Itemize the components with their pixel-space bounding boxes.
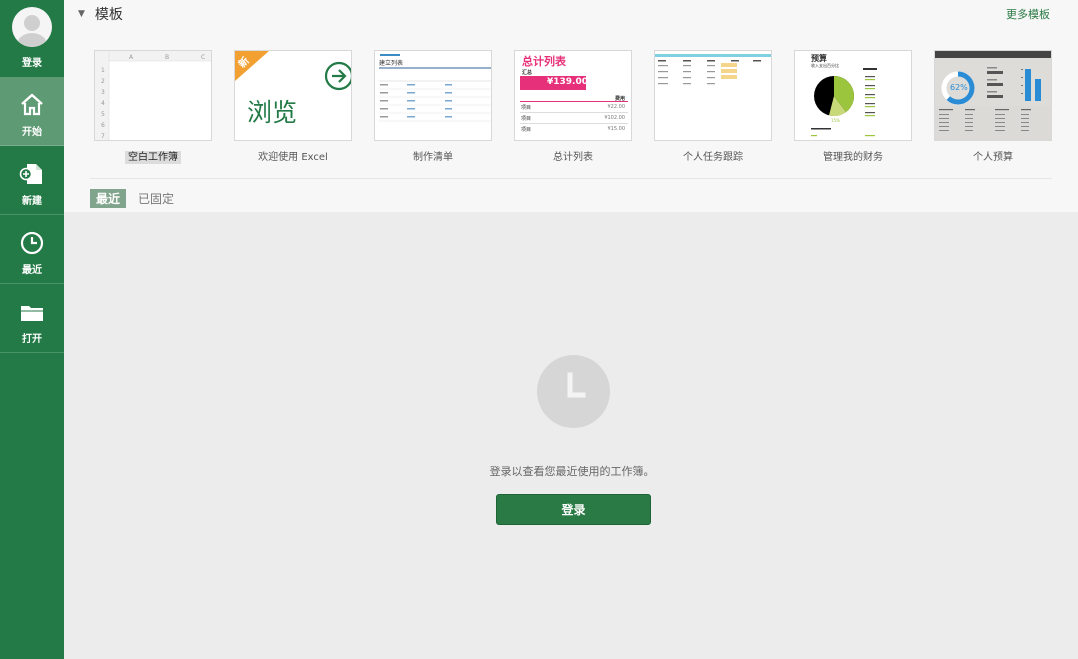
total-row-value: ¥15.00: [607, 126, 626, 132]
template-thumbnail: 建立列表: [374, 50, 492, 141]
template-blank-workbook[interactable]: A B C 1 2 3 4 5 6 7 空白工作簿: [94, 50, 212, 164]
template-manage-finances[interactable]: 预算 收入支出百分比 15% 管理我的财务: [794, 50, 912, 163]
list-heading: 建立列表: [379, 60, 404, 67]
template-task-tracker[interactable]: 个人任务跟踪: [654, 50, 772, 163]
template-thumbnail: 预算 收入支出百分比 15%: [794, 50, 912, 141]
svg-text:7: 7: [101, 133, 105, 140]
total-sub: 汇总: [522, 70, 533, 76]
home-icon: [21, 93, 43, 116]
svg-text:4: 4: [101, 100, 105, 107]
svg-text:5: 5: [101, 111, 105, 118]
template-thumbnail: 新 浏览: [234, 50, 352, 141]
template-thumbnail: A B C 1 2 3 4 5 6 7: [94, 50, 212, 141]
svg-text:B: B: [165, 54, 169, 61]
template-make-list[interactable]: 建立列表 制作清单: [374, 50, 492, 163]
more-templates-link[interactable]: 更多模板: [1006, 6, 1050, 22]
total-divider: [520, 101, 628, 102]
sidebar-item-label: 打开: [22, 334, 42, 345]
sidebar-item-open[interactable]: 打开: [0, 284, 64, 353]
tab-recent[interactable]: 最近: [90, 189, 127, 208]
sidebar-item-recent[interactable]: 最近: [0, 215, 64, 284]
template-caption: 总计列表: [553, 152, 593, 163]
total-row-value: ¥22.00: [607, 104, 626, 110]
finance-pct: 15%: [831, 118, 840, 123]
templates-panel: ▼ 模板 更多模板 A B C 1 2 3 4 5 6 7 空白工作簿 新 浏览…: [64, 0, 1078, 212]
divider: [90, 178, 1052, 179]
templates-title: 模板: [94, 7, 123, 23]
template-caption: 个人任务跟踪: [683, 152, 743, 163]
svg-text:3: 3: [101, 89, 105, 96]
total-col-label: 费用: [614, 96, 625, 102]
svg-text:1: 1: [101, 67, 105, 74]
row-line: [520, 123, 628, 124]
svg-text:C: C: [201, 54, 205, 61]
template-thumbnail: 62%: [934, 50, 1052, 141]
sidebar-item-login[interactable]: 登录: [0, 0, 64, 77]
template-personal-budget[interactable]: 62% 个人预算: [934, 50, 1052, 163]
total-row-label: 项目: [521, 105, 532, 111]
collapse-toggle-icon[interactable]: ▼: [78, 9, 85, 19]
template-thumbnail: 总计列表 汇总 ¥139.00 费用 项目 ¥22.00 项目 ¥102.00 …: [514, 50, 632, 141]
sidebar-item-home[interactable]: 开始: [0, 77, 64, 146]
template-caption: 欢迎使用 Excel: [258, 152, 328, 163]
tab-pinned[interactable]: 已固定: [138, 190, 174, 207]
sidebar-item-label: 开始: [22, 127, 42, 138]
template-caption: 个人预算: [973, 152, 1013, 163]
total-row-label: 项目: [521, 127, 532, 133]
sidebar: 登录 开始 新建 最近 打开: [0, 0, 64, 659]
new-document-icon: [19, 164, 42, 184]
template-total-list[interactable]: 总计列表 汇总 ¥139.00 费用 项目 ¥22.00 项目 ¥102.00 …: [514, 50, 632, 163]
sidebar-item-new[interactable]: 新建: [0, 146, 64, 215]
login-button[interactable]: 登录: [496, 494, 651, 525]
template-caption: 空白工作簿: [125, 151, 181, 164]
total-amount: ¥139.00: [547, 77, 588, 87]
browse-label: 浏览: [247, 98, 298, 127]
templates-header: ▼ 模板: [78, 4, 123, 24]
template-caption: 管理我的财务: [823, 152, 883, 163]
svg-text:6: 6: [101, 122, 105, 129]
template-thumbnail: [654, 50, 772, 141]
sidebar-item-label: 登录: [22, 58, 42, 69]
recent-clock-icon: [537, 355, 610, 428]
total-row-value: ¥102.00: [604, 115, 625, 121]
sidebar-item-label: 新建: [22, 196, 42, 207]
svg-text:2: 2: [101, 78, 105, 85]
row-line: [520, 112, 628, 113]
template-caption: 制作清单: [413, 152, 453, 163]
avatar: [12, 7, 52, 47]
sidebar-item-label: 最近: [22, 265, 42, 276]
clock-icon: [20, 231, 44, 255]
template-welcome-excel[interactable]: 新 浏览 欢迎使用 Excel: [234, 50, 352, 163]
empty-state-message: 登录以查看您最近使用的工作簿。: [489, 465, 655, 478]
total-heading: 总计列表: [522, 55, 566, 68]
budget-pct: 62%: [950, 83, 968, 92]
total-row-label: 项目: [521, 116, 532, 122]
folder-icon: [21, 306, 43, 321]
